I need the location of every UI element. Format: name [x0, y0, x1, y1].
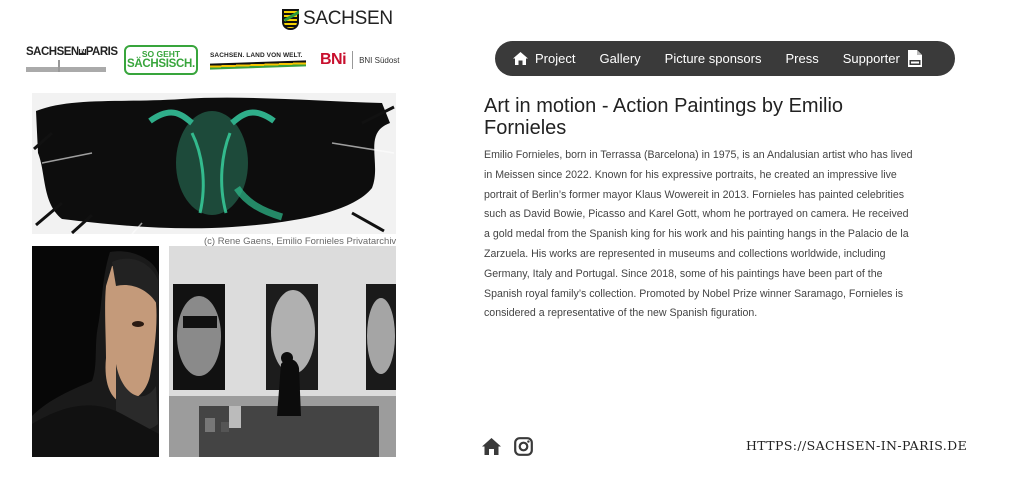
nav-item-press[interactable]: Press: [785, 51, 818, 66]
nav-item-gallery[interactable]: Gallery: [599, 51, 640, 66]
nav-label-project: Project: [535, 51, 576, 66]
coat-of-arms-icon: [282, 8, 299, 30]
nav-item-project[interactable]: Project: [513, 51, 575, 66]
nav-label-gallery: Gallery: [599, 51, 641, 66]
logo-text-in: IN: [78, 48, 86, 55]
studio-painting-image: [169, 246, 396, 457]
logo-text-part1: SACHSEN: [26, 46, 79, 58]
land-von-welt-logo[interactable]: SACHSEN. LAND VON WELT.: [210, 47, 306, 73]
main-nav: Project Gallery Picture sponsors Press S…: [495, 41, 955, 76]
footer-home-icon[interactable]: [482, 438, 501, 455]
tricolor-bars: [210, 60, 306, 70]
artist-portrait-image: [32, 246, 159, 457]
article-body: Emilio Fornieles, born in Terrassa (Barc…: [484, 149, 913, 320]
logo-text-part2: PARIS: [85, 46, 118, 58]
website-url-link[interactable]: HTTPS://SACHSEN-IN-PARIS.DE: [746, 438, 967, 453]
partner-logos: SACHSENINPARIS SO GEHT SÄCHSISCH. SACHSE…: [26, 44, 400, 76]
nav-item-supporter[interactable]: Supporter: [843, 51, 900, 66]
land-von-welt-text: SACHSEN. LAND VON WELT.: [210, 52, 303, 59]
bni-mark: BNi: [320, 51, 347, 68]
bni-subtitle: BNI Südost: [359, 55, 400, 65]
nav-label-supporter: Supporter: [842, 51, 900, 66]
so-geht-saechsisch-logo[interactable]: SO GEHT SÄCHSISCH.: [124, 45, 198, 75]
nav-label-picture-sponsors: Picture sponsors: [664, 51, 762, 66]
nav-label-press: Press: [785, 51, 819, 66]
state-logo-text: SACHSEN: [303, 8, 393, 29]
so-geht-line2: SÄCHSISCH.: [127, 57, 195, 70]
page-title: Art in motion - Action Paintings by Emil…: [484, 95, 844, 139]
instagram-icon[interactable]: [514, 437, 533, 456]
bni-logo[interactable]: BNi BNI Südost: [320, 51, 400, 69]
action-painting-image: [32, 93, 396, 234]
home-icon: [513, 52, 528, 65]
skyline-graphic: [26, 60, 106, 72]
sachsen-state-logo[interactable]: SACHSEN: [282, 8, 393, 30]
pdf-icon[interactable]: [907, 50, 922, 67]
sachsen-in-paris-logo[interactable]: SACHSENINPARIS: [26, 46, 118, 74]
bni-divider: [352, 51, 354, 69]
nav-item-picture-sponsors[interactable]: Picture sponsors: [665, 51, 762, 66]
